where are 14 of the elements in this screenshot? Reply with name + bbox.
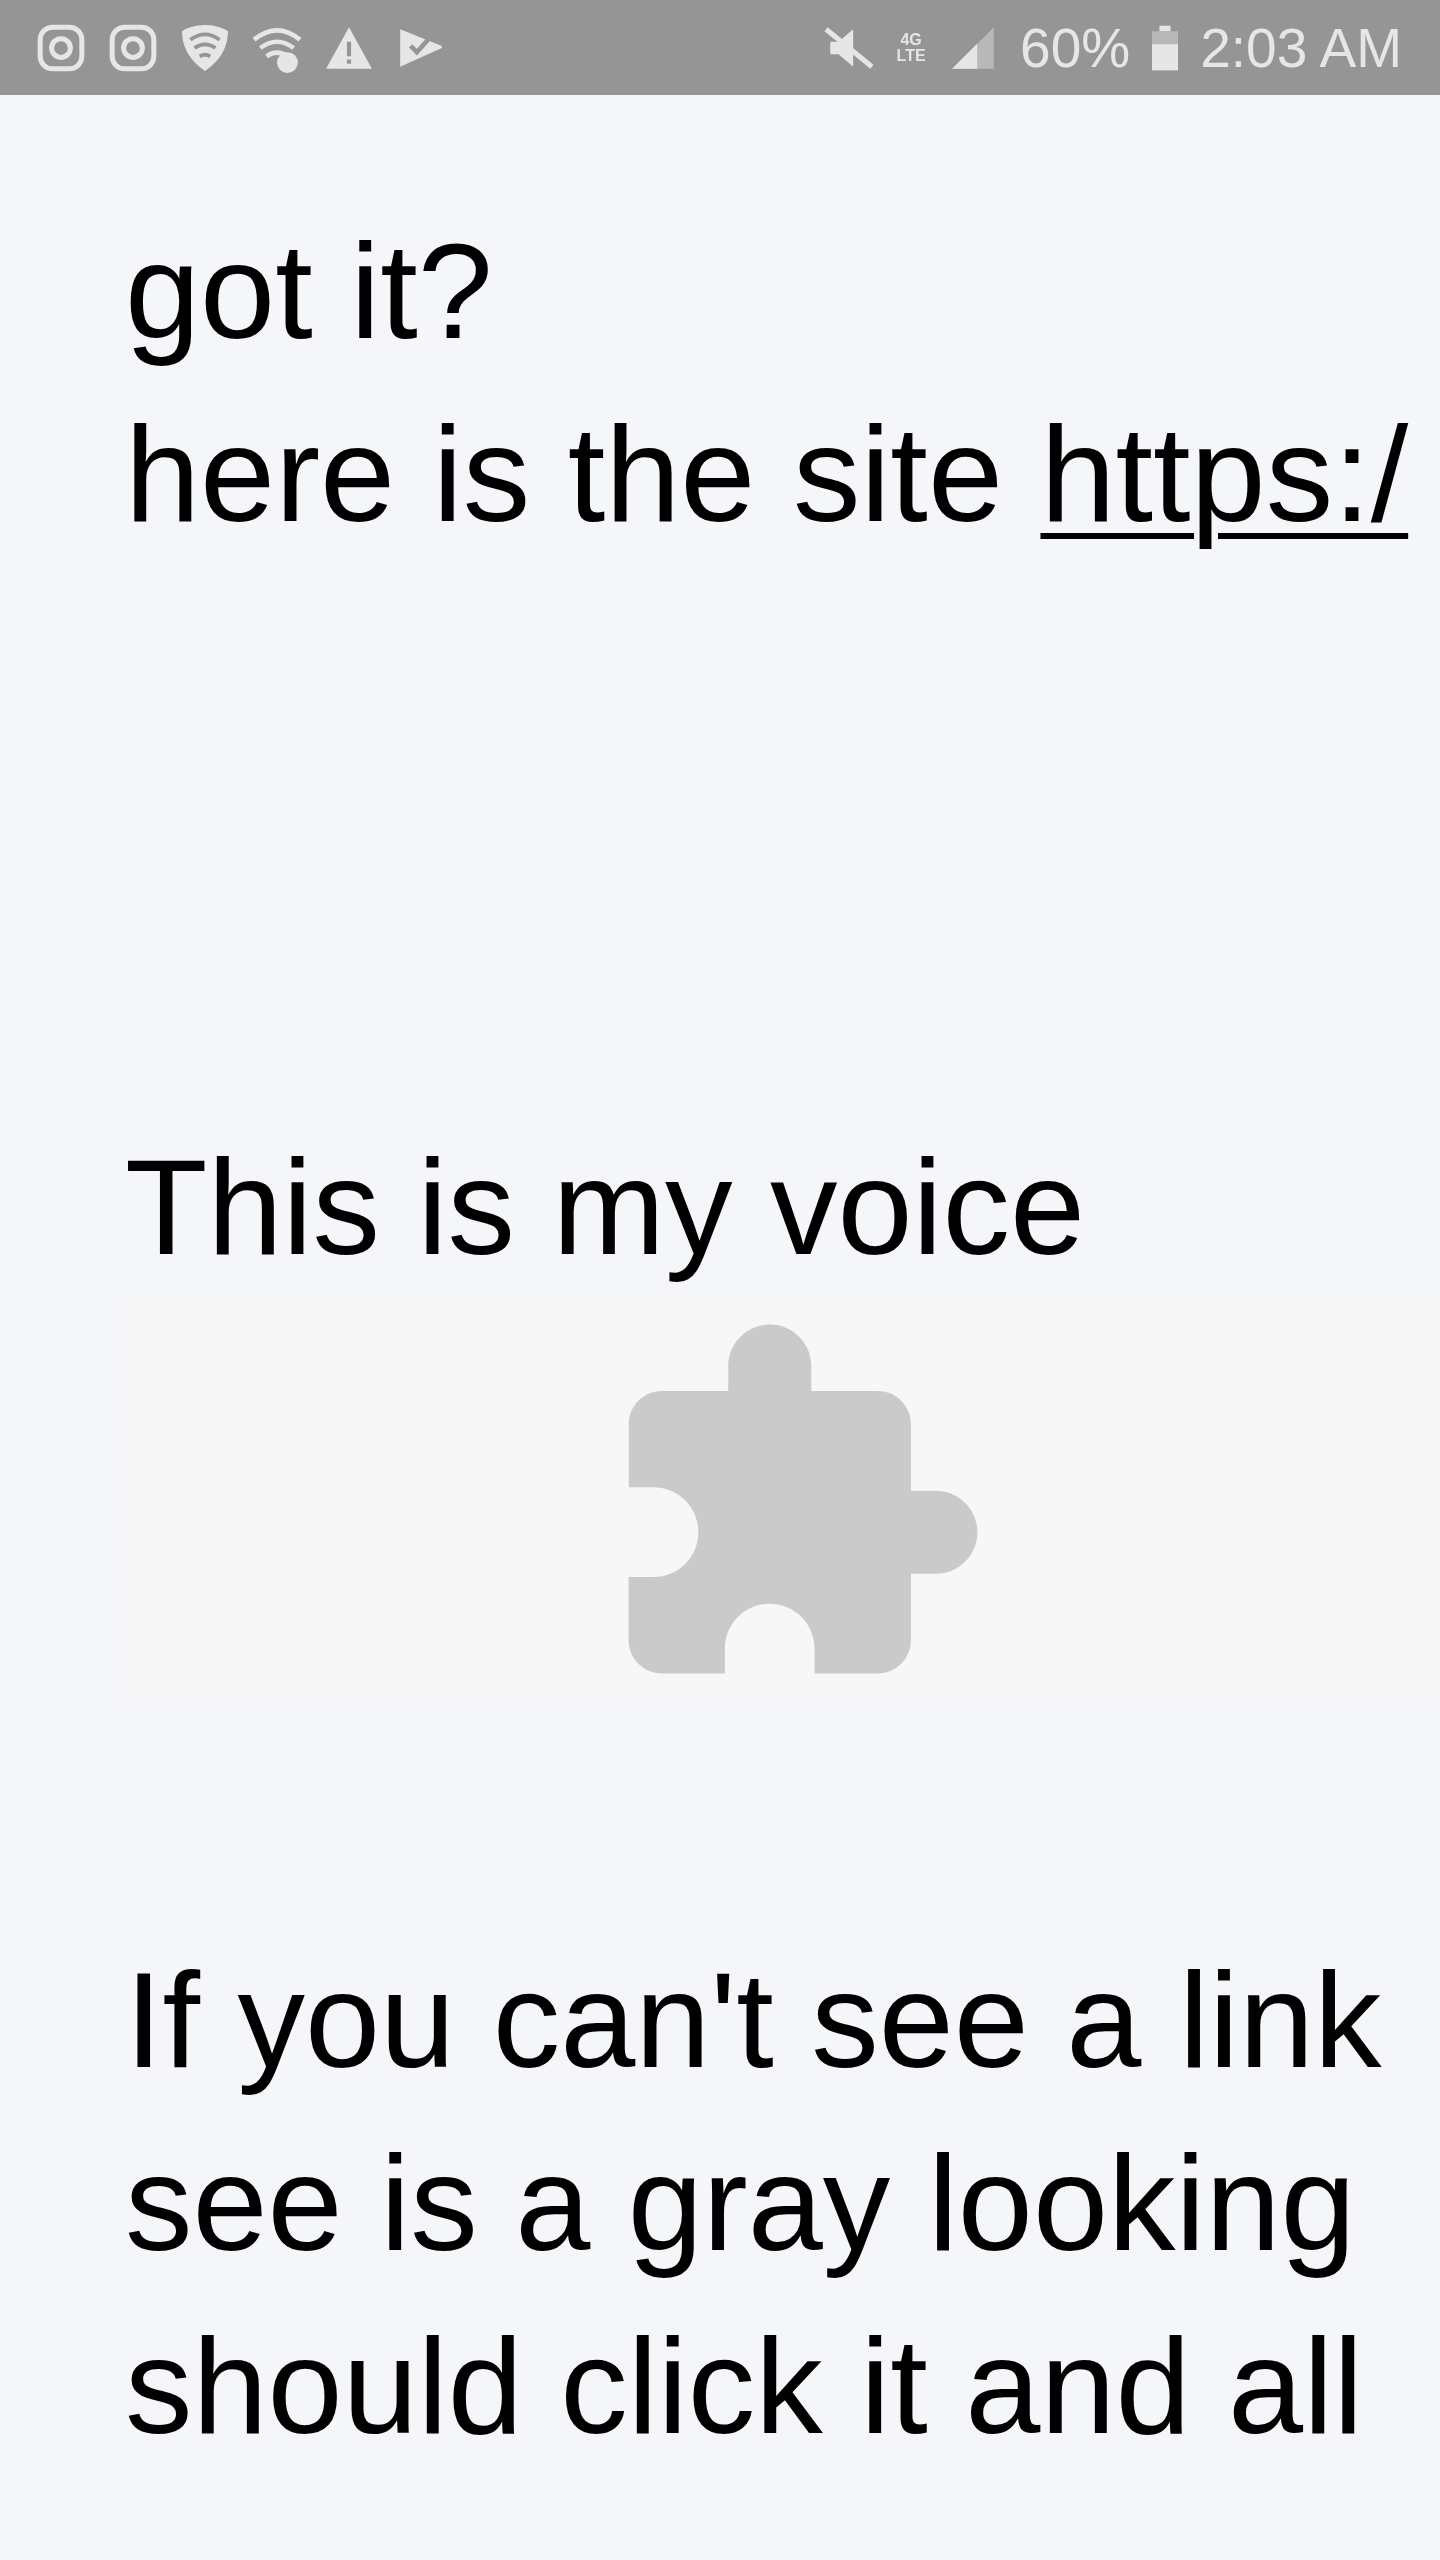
camera-icon [108, 22, 158, 73]
link[interactable]: https:/ [1040, 399, 1409, 550]
text-line: If you can't see a link [125, 1944, 1382, 2098]
camera-icon [36, 22, 86, 73]
network-type: 4G LTE [896, 31, 927, 64]
battery-percent: 60% [1020, 15, 1131, 80]
text-line: got it? [125, 215, 493, 369]
text-line: here is the site https:/ [125, 398, 1409, 552]
clock: 2:03 AM [1200, 15, 1402, 80]
text-line: see is a gray looking [125, 2127, 1356, 2281]
text-line: should click it and all [125, 2310, 1364, 2464]
shield-icon [180, 22, 230, 73]
battery-icon [1152, 24, 1179, 71]
text-line: This is my voice [125, 1131, 1086, 1285]
